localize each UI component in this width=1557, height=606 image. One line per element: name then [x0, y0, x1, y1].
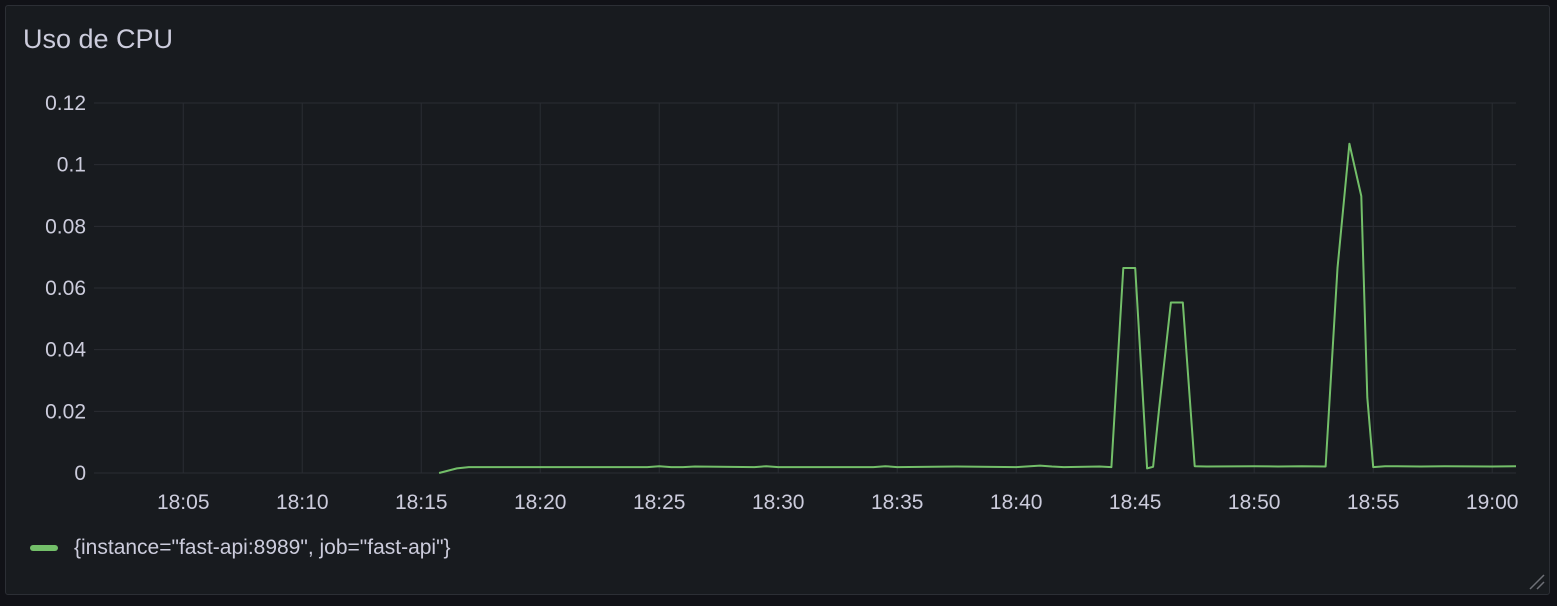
x-tick-label: 18:40 [990, 491, 1043, 514]
data-point [1158, 409, 1160, 411]
data-point [1325, 466, 1327, 468]
legend-swatch[interactable] [30, 545, 58, 551]
resize-handle-icon[interactable] [1527, 572, 1545, 590]
x-tick-label: 18:35 [871, 491, 924, 514]
x-axis-ticks: 18:05 18:10 18:15 18:20 18:25 18:30 18:35 18:40… [157, 491, 1519, 514]
data-point [1301, 465, 1303, 467]
y-axis-ticks: 0 0.02 0.04 0.06 0.08 0.1 0.12 [45, 92, 86, 485]
y-tick-label: 0.1 [57, 154, 86, 177]
cpu-usage-chart: 0 0.02 0.04 0.06 0.08 0.1 0.12 18:05 18:10 18:15… [45, 92, 1519, 514]
data-point [670, 466, 672, 468]
data-point [456, 467, 458, 469]
y-tick-label: 0.02 [45, 400, 86, 423]
data-point [1491, 466, 1493, 468]
data-point [646, 466, 648, 468]
data-point [1277, 466, 1279, 468]
data-point [1099, 466, 1101, 468]
data-point [884, 465, 886, 467]
data-point [1170, 302, 1172, 304]
series-line[interactable] [438, 142, 1517, 474]
data-point [1051, 466, 1053, 468]
data-point [1348, 143, 1350, 145]
data-point [1253, 465, 1255, 467]
data-point [438, 472, 440, 474]
data-point [1122, 267, 1124, 269]
data-point [1063, 466, 1065, 468]
x-tick-label: 19:00 [1466, 491, 1519, 514]
data-point [1110, 466, 1112, 468]
x-tick-label: 18:20 [514, 491, 567, 514]
data-point [896, 466, 898, 468]
legend-label[interactable]: {instance="fast-api:8989", job="fast-api… [74, 536, 451, 560]
legend: {instance="fast-api:8989", job="fast-api… [30, 536, 451, 560]
data-point [1206, 466, 1208, 468]
x-tick-label: 18:10 [276, 491, 329, 514]
y-tick-label: 0.04 [45, 339, 86, 362]
data-point [753, 466, 755, 468]
x-tick-label: 18:50 [1228, 491, 1281, 514]
data-point [1194, 465, 1196, 467]
x-tick-label: 18:30 [752, 491, 805, 514]
data-point [872, 466, 874, 468]
data-point [1182, 302, 1184, 304]
data-point [1515, 465, 1517, 467]
x-tick-label: 18:25 [633, 491, 686, 514]
y-tick-label: 0.08 [45, 215, 86, 238]
data-point [468, 466, 470, 468]
data-point [956, 466, 958, 468]
data-point [694, 466, 696, 468]
data-point [1366, 397, 1368, 399]
data-point [1360, 195, 1362, 197]
x-tick-label: 18:55 [1347, 491, 1400, 514]
grid-lines [94, 102, 1516, 474]
data-point [1444, 465, 1446, 467]
data-point [1372, 466, 1374, 468]
y-tick-label: 0 [74, 462, 86, 485]
data-point [1152, 466, 1154, 468]
series-lines [438, 142, 1517, 474]
data-point [765, 465, 767, 467]
x-tick-label: 18:15 [395, 491, 448, 514]
data-point [1134, 267, 1136, 269]
cpu-usage-panel: Uso de CPU 0 0.02 0.04 0.06 0.08 0.1 0.12 18:0… [5, 5, 1550, 595]
y-tick-label: 0.06 [45, 277, 86, 300]
data-point [1146, 467, 1148, 469]
data-point [658, 465, 660, 467]
x-tick-label: 18:05 [157, 491, 210, 514]
y-tick-label: 0.12 [45, 92, 86, 115]
x-tick-label: 18:45 [1109, 491, 1162, 514]
data-point [1337, 267, 1339, 269]
data-point [1039, 465, 1041, 467]
data-point [777, 466, 779, 468]
data-point [1015, 466, 1017, 468]
data-point [1384, 465, 1386, 467]
data-point [682, 466, 684, 468]
data-point [1420, 466, 1422, 468]
